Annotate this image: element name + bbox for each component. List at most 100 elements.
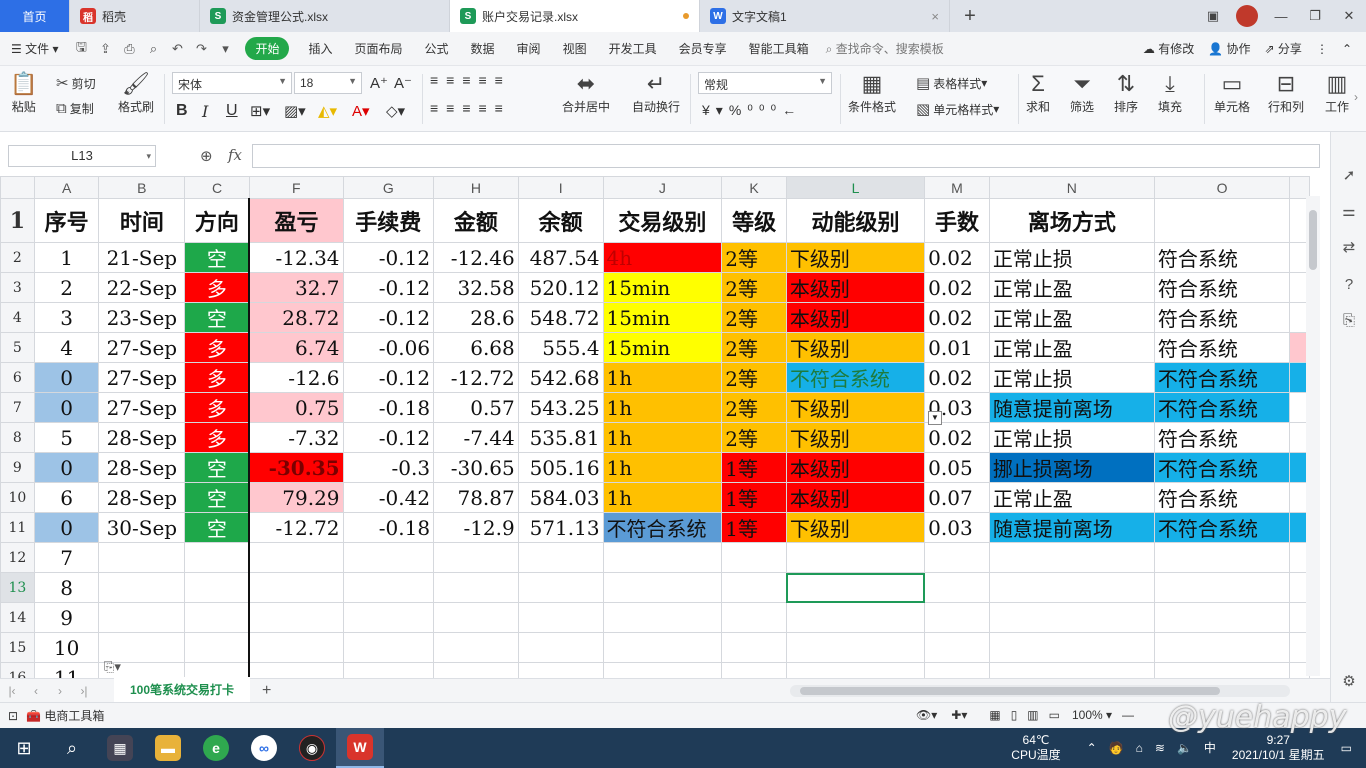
table-cell[interactable] bbox=[924, 572, 990, 603]
merge-center-button[interactable]: ⬌ 合并居中 bbox=[562, 70, 610, 115]
table-cell[interactable] bbox=[433, 602, 519, 633]
table-cell[interactable]: 本级别 bbox=[785, 452, 926, 483]
table-cell[interactable] bbox=[248, 632, 344, 663]
zoom-out-icon[interactable]: — bbox=[1122, 708, 1134, 722]
page-break-icon[interactable]: ▥ bbox=[1027, 708, 1038, 722]
menu-view[interactable]: 视图 bbox=[552, 40, 598, 57]
copy-button[interactable]: ⧉ 复制 bbox=[56, 100, 94, 117]
table-cell[interactable]: 1等 bbox=[721, 512, 787, 543]
row-header[interactable]: 11 bbox=[0, 512, 35, 543]
table-cell[interactable]: 多 bbox=[184, 272, 251, 303]
vertical-scrollbar[interactable] bbox=[1306, 196, 1320, 676]
wifi-icon[interactable]: ≋ bbox=[1155, 741, 1165, 756]
table-cell[interactable]: 15min bbox=[602, 302, 723, 333]
print-icon[interactable]: ⎙ bbox=[120, 40, 138, 58]
table-cell[interactable] bbox=[785, 662, 926, 678]
notification-icon[interactable]: ▭ bbox=[1341, 741, 1352, 756]
minimize-icon[interactable]: — bbox=[1264, 0, 1298, 32]
table-cell[interactable]: 正常止盈 bbox=[988, 332, 1155, 363]
tab-home[interactable]: 首页 bbox=[0, 0, 70, 32]
table-cell[interactable] bbox=[517, 602, 604, 633]
windows-start-icon[interactable]: ⊞ bbox=[0, 728, 48, 768]
table-cell[interactable]: 6 bbox=[33, 482, 100, 513]
font-size-select[interactable]: 18 ▼ bbox=[294, 72, 362, 94]
bold-icon[interactable]: B bbox=[176, 102, 188, 120]
table-cell[interactable]: 0 bbox=[33, 392, 100, 423]
table-cell[interactable]: 不符合系统 bbox=[1153, 392, 1291, 423]
column-header-h[interactable]: H bbox=[433, 176, 519, 199]
media-app-icon[interactable]: ◉ bbox=[288, 728, 336, 768]
redo-icon[interactable]: ↷ bbox=[192, 40, 210, 58]
table-cell[interactable]: 0.03 bbox=[924, 512, 990, 543]
column-title-cell[interactable]: 手数 bbox=[924, 198, 990, 243]
toolbox-button[interactable]: 🧰 电商工具箱 bbox=[26, 707, 104, 724]
table-cell[interactable]: 符合系统 bbox=[1153, 422, 1291, 453]
font-color-icon[interactable]: A▾ bbox=[352, 102, 370, 120]
column-header-a[interactable]: A bbox=[33, 176, 100, 199]
table-cell[interactable]: -7.32 bbox=[248, 422, 344, 453]
column-header-n[interactable]: N bbox=[988, 176, 1155, 199]
table-cell[interactable]: 28.6 bbox=[433, 302, 519, 333]
table-cell[interactable]: 542.68 bbox=[517, 362, 604, 393]
table-cell[interactable]: 不符合系统 bbox=[602, 512, 723, 543]
table-cell[interactable] bbox=[342, 632, 435, 663]
table-cell[interactable]: 2等 bbox=[721, 302, 787, 333]
table-cell[interactable]: 随意提前离场 bbox=[988, 512, 1155, 543]
column-title-cell[interactable] bbox=[1153, 198, 1291, 243]
table-cell[interactable]: -7.44 bbox=[433, 422, 519, 453]
table-cell[interactable]: 本级别 bbox=[785, 482, 926, 513]
zoom-level[interactable]: 100% ▾ bbox=[1072, 708, 1112, 722]
paste-options-icon[interactable]: ⎘▾ bbox=[104, 659, 121, 675]
column-title-cell[interactable]: 盈亏 bbox=[248, 198, 344, 243]
table-cell[interactable]: -0.18 bbox=[342, 512, 435, 543]
table-cell[interactable]: 79.29 bbox=[248, 482, 344, 513]
volume-icon[interactable]: 🔈 bbox=[1177, 741, 1192, 756]
decrease-font-icon[interactable]: A⁻ bbox=[394, 74, 412, 92]
column-header-f[interactable]: F bbox=[248, 176, 344, 199]
table-cell[interactable]: 27-Sep bbox=[98, 392, 186, 423]
collaborate-button[interactable]: 👤 协作 bbox=[1208, 40, 1250, 57]
wrap-text-button[interactable]: ↵ 自动换行 bbox=[632, 70, 680, 115]
table-cell[interactable]: 28-Sep bbox=[98, 482, 186, 513]
table-cell[interactable] bbox=[98, 542, 186, 573]
number-format-icons[interactable]: ¥▾%⁰⁰⁰← bbox=[702, 102, 802, 119]
clear-format-icon[interactable]: ◇▾ bbox=[386, 102, 405, 120]
table-cell[interactable]: 505.16 bbox=[517, 452, 604, 483]
table-cell[interactable]: -30.65 bbox=[433, 452, 519, 483]
table-cell[interactable] bbox=[98, 572, 186, 603]
table-cell[interactable] bbox=[517, 632, 604, 663]
crosshair-icon[interactable]: ✚▾ bbox=[951, 708, 967, 722]
menu-review[interactable]: 审阅 bbox=[506, 40, 552, 57]
first-sheet-icon[interactable]: |‹ bbox=[0, 684, 24, 698]
table-cell[interactable] bbox=[602, 602, 723, 633]
filter-button[interactable]: ⏷ 筛选 bbox=[1070, 70, 1094, 115]
save-icon[interactable]: 🖫 bbox=[72, 39, 90, 58]
table-cell[interactable] bbox=[517, 662, 604, 678]
border-icon[interactable]: ⊞▾ bbox=[250, 102, 270, 120]
row-header[interactable]: 13 bbox=[0, 572, 35, 603]
next-sheet-icon[interactable]: › bbox=[48, 684, 72, 698]
table-cell[interactable]: -12.6 bbox=[248, 362, 344, 393]
table-cell[interactable]: 30-Sep bbox=[98, 512, 186, 543]
table-cell[interactable]: -0.3 bbox=[342, 452, 435, 483]
table-cell[interactable]: 6.68 bbox=[433, 332, 519, 363]
column-title-cell[interactable]: 序号 bbox=[33, 198, 100, 243]
table-cell[interactable]: 10 bbox=[33, 632, 100, 663]
table-cell[interactable]: 6.74 bbox=[248, 332, 344, 363]
menu-member[interactable]: 会员专享 bbox=[668, 40, 738, 57]
menu-data[interactable]: 数据 bbox=[460, 40, 506, 57]
table-cell[interactable]: 1等 bbox=[721, 482, 787, 513]
menu-developer[interactable]: 开发工具 bbox=[598, 40, 668, 57]
row-header[interactable]: 10 bbox=[0, 482, 35, 513]
table-cell[interactable]: 0.05 bbox=[924, 452, 990, 483]
table-cell[interactable]: 584.03 bbox=[517, 482, 604, 513]
cut-button[interactable]: ✂ 剪切 bbox=[56, 74, 96, 92]
table-cell[interactable]: 下级别 bbox=[785, 332, 926, 363]
align-top-icons[interactable]: ≡≡≡≡≡ bbox=[430, 72, 511, 88]
column-header-o[interactable]: O bbox=[1153, 176, 1291, 199]
table-cell[interactable]: 空 bbox=[184, 482, 251, 513]
table-cell[interactable]: 多 bbox=[184, 332, 251, 363]
column-header-b[interactable]: B bbox=[98, 176, 186, 199]
table-cell[interactable]: 1h bbox=[602, 482, 723, 513]
horizontal-scrollbar[interactable] bbox=[790, 685, 1290, 697]
